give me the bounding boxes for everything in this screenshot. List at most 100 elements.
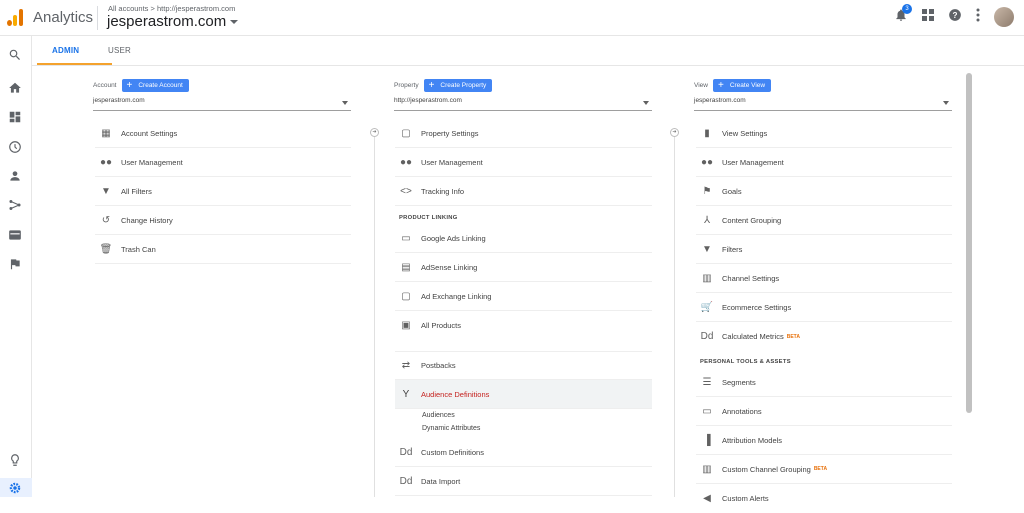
view-settings-item[interactable]: ▮ View Settings bbox=[696, 119, 952, 148]
dropdown-arrow-icon bbox=[943, 101, 949, 105]
dynamic-attributes-link[interactable]: Dynamic Attributes bbox=[422, 425, 480, 432]
help-icon[interactable]: ? bbox=[948, 8, 962, 27]
item-label: Annotations bbox=[722, 406, 762, 416]
property-label: Property bbox=[394, 82, 419, 89]
document-icon: ▮ bbox=[704, 127, 710, 139]
channel-settings-item[interactable]: ▥ Channel Settings bbox=[696, 264, 952, 293]
create-property-button[interactable]: + Create Property bbox=[423, 79, 493, 92]
item-label: Google Ads Linking bbox=[421, 233, 486, 243]
comment-icon: ▭ bbox=[702, 405, 712, 417]
annotations-item[interactable]: ▭ Annotations bbox=[696, 397, 952, 426]
ads-icon: ▭ bbox=[401, 232, 411, 244]
property-select[interactable]: http://jesperastrom.com bbox=[394, 97, 652, 111]
ad-exchange-linking-item[interactable]: ▢ Ad Exchange Linking bbox=[395, 282, 652, 311]
item-label: Data Import bbox=[421, 476, 461, 486]
tab-user[interactable]: USER bbox=[108, 46, 131, 55]
breadcrumb[interactable]: All accounts > http://jesperastrom.com bbox=[108, 4, 235, 13]
attribution-models-item[interactable]: ▐ Attribution Models bbox=[696, 426, 952, 455]
item-label: User Management bbox=[121, 157, 183, 167]
custom-definitions-item[interactable]: Dd Custom Definitions bbox=[395, 438, 652, 467]
customization-icon[interactable] bbox=[8, 110, 24, 126]
all-products-item[interactable]: ▣ All Products bbox=[395, 311, 652, 340]
audience-definitions-item[interactable]: Y Audience Definitions bbox=[395, 380, 652, 409]
plus-icon: + bbox=[717, 79, 724, 91]
audience-split-icon: Y bbox=[402, 388, 410, 400]
conversions-flag-icon[interactable] bbox=[8, 257, 24, 273]
view-user-management-item[interactable]: ●● User Management bbox=[696, 148, 952, 177]
item-label: Content Grouping bbox=[722, 215, 782, 225]
create-account-button[interactable]: + Create Account bbox=[121, 79, 189, 92]
audience-person-icon[interactable] bbox=[8, 169, 24, 185]
custom-alerts-item[interactable]: ◀ Custom Alerts bbox=[696, 484, 952, 513]
settings-window-icon: ▢ bbox=[401, 127, 411, 139]
avatar[interactable] bbox=[994, 7, 1014, 27]
ecommerce-settings-item[interactable]: 🛒 Ecommerce Settings bbox=[696, 293, 952, 322]
trash-can-item[interactable]: 🗑 Trash Can bbox=[95, 235, 351, 264]
item-label: Goals bbox=[722, 186, 742, 196]
apps-grid-icon[interactable] bbox=[922, 8, 934, 26]
account-select[interactable]: jesperastrom.com bbox=[93, 97, 351, 111]
filter-icon: ▼ bbox=[101, 185, 111, 197]
property-settings-item[interactable]: ▢ Property Settings bbox=[395, 119, 652, 148]
header-divider bbox=[97, 6, 98, 30]
top-bar: Analytics All accounts > http://jesperas… bbox=[0, 0, 1024, 36]
item-label: All Filters bbox=[121, 186, 152, 196]
view-select-value: jesperastrom.com bbox=[694, 97, 746, 104]
view-select[interactable]: jesperastrom.com bbox=[694, 97, 952, 111]
segments-item[interactable]: ☰ Segments bbox=[696, 368, 952, 397]
account-user-management-item[interactable]: ●● User Management bbox=[95, 148, 351, 177]
admin-gear-icon[interactable] bbox=[8, 481, 24, 497]
tab-admin[interactable]: ADMIN bbox=[52, 46, 79, 55]
building-icon: ▦ bbox=[101, 127, 111, 139]
plus-icon: + bbox=[126, 79, 133, 91]
more-vert-icon[interactable] bbox=[976, 8, 980, 27]
change-history-item[interactable]: ↺ Change History bbox=[95, 206, 351, 235]
app-title: Analytics bbox=[33, 9, 94, 26]
account-settings-item[interactable]: ▦ Account Settings bbox=[95, 119, 351, 148]
content-grouping-item[interactable]: ⅄ Content Grouping bbox=[696, 206, 952, 235]
item-label: Tracking Info bbox=[421, 186, 465, 196]
notification-count-badge: 3 bbox=[902, 3, 912, 14]
item-label: View Settings bbox=[722, 128, 768, 138]
create-view-label: Create View bbox=[729, 82, 766, 89]
item-label: Custom Alerts bbox=[722, 494, 769, 503]
channel-icon: ▥ bbox=[702, 272, 712, 284]
tracking-info-item[interactable]: <> Tracking Info bbox=[395, 177, 652, 206]
postbacks-item[interactable]: ⇄ Postbacks bbox=[395, 351, 652, 380]
account-select-value: jesperastrom.com bbox=[93, 97, 145, 104]
lightbulb-icon[interactable] bbox=[8, 453, 24, 469]
acquisition-icon[interactable] bbox=[8, 198, 24, 214]
data-import-item[interactable]: Dd Data Import bbox=[395, 467, 652, 496]
item-label: Channel Settings bbox=[722, 273, 780, 283]
all-filters-item[interactable]: ▼ All Filters bbox=[95, 177, 351, 206]
beta-badge: BETA bbox=[786, 333, 800, 340]
custom-channel-grouping-item[interactable]: ▥ Custom Channel Grouping BETA bbox=[696, 455, 952, 484]
property-user-management-item[interactable]: ●● User Management bbox=[395, 148, 652, 177]
create-property-label: Create Property bbox=[440, 82, 487, 89]
goals-item[interactable]: ⚑ Goals bbox=[696, 177, 952, 206]
property-select-value: http://jesperastrom.com bbox=[394, 97, 462, 104]
create-account-label: Create Account bbox=[138, 82, 183, 89]
filters-item[interactable]: ▼ Filters bbox=[696, 235, 952, 264]
personal-tools-heading: PERSONAL TOOLS & ASSETS bbox=[700, 359, 791, 365]
account-name: jesperastrom.com bbox=[107, 13, 227, 30]
item-label: Property Settings bbox=[421, 128, 479, 138]
behavior-icon[interactable] bbox=[8, 228, 24, 244]
analytics-logo-icon[interactable] bbox=[7, 8, 23, 26]
calculated-metrics-item[interactable]: Dd Calculated Metrics BETA bbox=[696, 322, 952, 351]
create-view-button[interactable]: + Create View bbox=[712, 79, 772, 92]
realtime-clock-icon[interactable] bbox=[8, 140, 24, 156]
home-icon[interactable] bbox=[8, 81, 24, 97]
plus-icon: + bbox=[428, 79, 435, 91]
item-label: User Management bbox=[722, 157, 784, 167]
scrollbar[interactable] bbox=[966, 73, 972, 413]
adsense-linking-item[interactable]: ▤ AdSense Linking bbox=[395, 253, 652, 282]
search-icon[interactable] bbox=[8, 48, 24, 64]
code-icon: <> bbox=[400, 185, 412, 197]
item-label: Change History bbox=[121, 215, 173, 225]
audiences-link[interactable]: Audiences bbox=[422, 412, 455, 419]
history-icon: ↺ bbox=[101, 214, 111, 226]
google-ads-linking-item[interactable]: ▭ Google Ads Linking bbox=[395, 224, 652, 253]
account-selector[interactable]: jesperastrom.com bbox=[107, 13, 239, 30]
notifications-bell-icon[interactable]: 3 bbox=[894, 3, 912, 27]
